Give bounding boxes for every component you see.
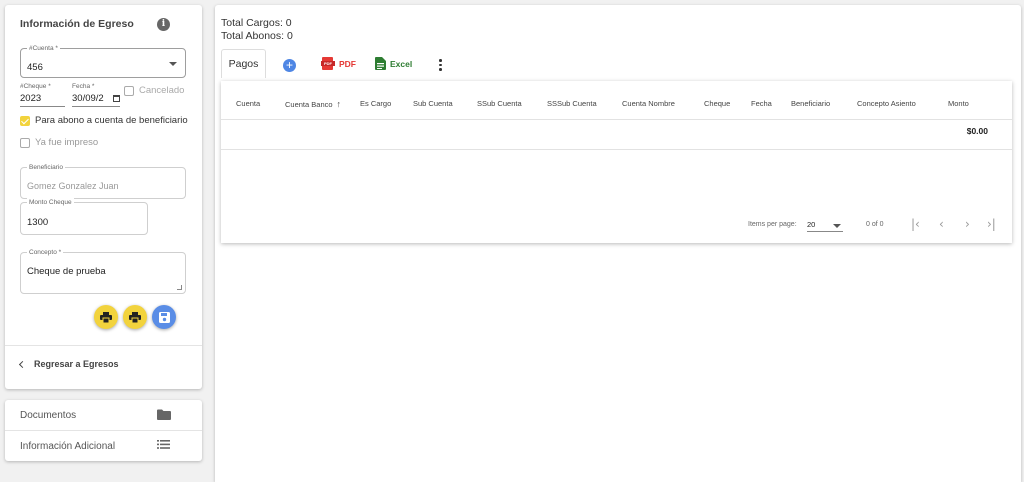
print-icon bbox=[129, 311, 141, 323]
monto-label: Monto Cheque bbox=[27, 198, 74, 207]
beneficiario-value: Gomez Gonzalez Juan bbox=[27, 181, 119, 191]
impreso-label: Ya fue impreso bbox=[35, 137, 99, 148]
concepto-label: Concepto * bbox=[27, 248, 64, 257]
print-icon bbox=[100, 311, 112, 323]
column-header-sssub-cuenta[interactable]: SSSub Cuenta bbox=[547, 99, 597, 108]
impreso-checkbox[interactable] bbox=[20, 138, 30, 148]
accordion-label: Información Adicional bbox=[20, 440, 116, 452]
list-icon bbox=[157, 440, 170, 452]
column-header-concepto-asiento[interactable]: Concepto Asiento bbox=[857, 99, 916, 108]
excel-icon bbox=[375, 57, 386, 70]
abono-label: Para abono a cuenta de beneficiario bbox=[35, 115, 188, 126]
pdf-export-button[interactable]: PDF PDF bbox=[321, 57, 356, 70]
chevron-down-icon bbox=[169, 62, 177, 66]
first-page-icon[interactable]: |‹ bbox=[911, 217, 920, 231]
excel-label: Excel bbox=[390, 58, 413, 69]
print-button[interactable] bbox=[94, 305, 118, 329]
column-header-cuenta-banco[interactable]: Cuenta Banco ↑ bbox=[285, 99, 341, 109]
page-size-select[interactable]: 20 bbox=[807, 220, 843, 232]
column-header-fecha[interactable]: Fecha bbox=[751, 99, 772, 108]
save-button[interactable] bbox=[152, 305, 176, 329]
abono-checkbox[interactable] bbox=[20, 116, 30, 126]
column-header-sub-cuenta[interactable]: Sub Cuenta bbox=[413, 99, 453, 108]
column-header-monto[interactable]: Monto bbox=[948, 99, 969, 108]
column-header-cuenta-nombre[interactable]: Cuenta Nombre bbox=[622, 99, 675, 108]
cancelado-checkbox[interactable] bbox=[124, 86, 134, 96]
total-abonos: Total Abonos: 0 bbox=[221, 30, 293, 42]
accordion-panel: Documentos Información Adicional bbox=[5, 400, 202, 461]
calendar-icon[interactable] bbox=[113, 95, 120, 102]
fecha-label: Fecha * bbox=[72, 83, 95, 90]
footer-divider bbox=[221, 149, 1012, 150]
page-range: 0 of 0 bbox=[866, 221, 884, 228]
accordion-documentos[interactable]: Documentos bbox=[5, 400, 202, 430]
column-header-beneficiario[interactable]: Beneficiario bbox=[791, 99, 830, 108]
cuenta-value: 456 bbox=[27, 62, 43, 73]
items-per-page-label: Items per page: bbox=[748, 221, 797, 228]
egreso-info-panel: Información de Egreso i #Cuenta * 456 #C… bbox=[5, 5, 202, 389]
monto-input[interactable]: Monto Cheque 1300 bbox=[20, 198, 148, 235]
cheque-input[interactable]: #Cheque * 2023 bbox=[20, 83, 65, 107]
cuenta-label: #Cuenta * bbox=[27, 44, 60, 53]
column-header-ssub-cuenta[interactable]: SSub Cuenta bbox=[477, 99, 522, 108]
save-icon bbox=[158, 311, 170, 323]
info-icon[interactable]: i bbox=[157, 18, 170, 31]
folder-icon bbox=[157, 409, 171, 423]
panel-title: Información de Egreso bbox=[20, 18, 134, 30]
cuenta-select[interactable]: #Cuenta * 456 bbox=[20, 44, 186, 78]
back-label: Regresar a Egresos bbox=[34, 359, 119, 369]
pagos-table: Cuenta Cuenta Banco ↑ Es Cargo Sub Cuenta… bbox=[221, 81, 1012, 243]
cheque-value: 2023 bbox=[20, 93, 42, 104]
more-vert-icon[interactable] bbox=[439, 59, 442, 71]
resize-grip-icon[interactable] bbox=[177, 285, 182, 290]
next-page-icon[interactable]: › bbox=[965, 217, 970, 231]
header-divider bbox=[221, 119, 1012, 120]
fecha-input[interactable]: Fecha * 30/09/2 bbox=[72, 83, 120, 107]
chevron-down-icon bbox=[833, 224, 841, 228]
pdf-icon: PDF bbox=[321, 57, 335, 70]
plus-icon: + bbox=[285, 58, 293, 72]
pdf-label: PDF bbox=[339, 58, 356, 69]
total-cargos: Total Cargos: 0 bbox=[221, 17, 292, 29]
main-panel: Total Cargos: 0 Total Abonos: 0 Pagos + … bbox=[215, 5, 1021, 482]
total-monto: $0.00 bbox=[966, 126, 988, 136]
cancelado-label: Cancelado bbox=[139, 85, 185, 96]
chevron-left-icon bbox=[18, 360, 27, 368]
back-to-egresos-link[interactable]: Regresar a Egresos bbox=[18, 359, 119, 369]
column-header-label: Cuenta Banco bbox=[285, 100, 333, 109]
add-button[interactable]: + bbox=[283, 59, 296, 72]
column-header-es-cargo[interactable]: Es Cargo bbox=[360, 99, 391, 108]
concepto-value: Cheque de prueba bbox=[27, 266, 106, 277]
accordion-informacion-adicional[interactable]: Información Adicional bbox=[5, 431, 202, 461]
previous-page-icon[interactable]: ‹ bbox=[939, 217, 944, 231]
tab-pagos[interactable]: Pagos bbox=[221, 49, 266, 78]
last-page-icon[interactable]: ›| bbox=[987, 217, 996, 231]
divider bbox=[5, 345, 202, 346]
beneficiario-input: Beneficiario Gomez Gonzalez Juan bbox=[20, 163, 186, 199]
arrow-up-icon: ↑ bbox=[336, 99, 342, 109]
print-alt-button[interactable] bbox=[123, 305, 147, 329]
concepto-textarea[interactable]: Concepto * Cheque de prueba bbox=[20, 248, 186, 294]
cheque-label: #Cheque * bbox=[20, 83, 51, 90]
fecha-value: 30/09/2 bbox=[72, 93, 104, 104]
page-size-value: 20 bbox=[807, 220, 816, 229]
svg-text:PDF: PDF bbox=[324, 61, 333, 66]
accordion-label: Documentos bbox=[20, 409, 77, 421]
beneficiario-label: Beneficiario bbox=[27, 163, 65, 172]
monto-value: 1300 bbox=[27, 217, 49, 228]
column-header-cheque[interactable]: Cheque bbox=[704, 99, 730, 108]
excel-export-button[interactable]: Excel bbox=[375, 57, 412, 70]
column-header-cuenta[interactable]: Cuenta bbox=[236, 99, 260, 108]
